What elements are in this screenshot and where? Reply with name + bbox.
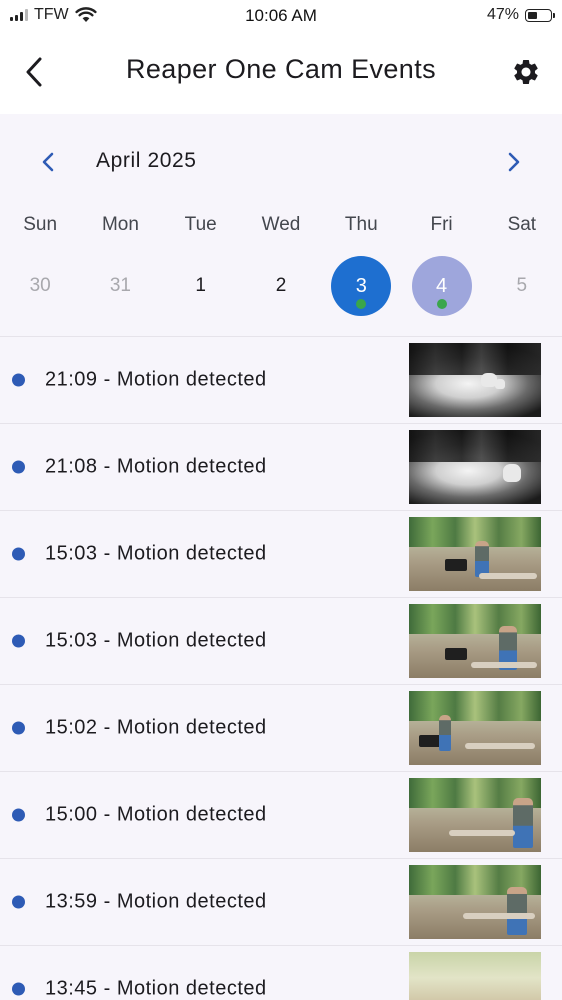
gear-icon <box>514 59 538 84</box>
battery-percent: 47% <box>486 6 519 23</box>
event-label: 21:08 - Motion detected <box>45 455 267 478</box>
event-thumbnail[interactable] <box>409 604 541 678</box>
day-number: 1 <box>195 275 206 296</box>
event-bullet <box>12 982 25 996</box>
event-list-item[interactable]: 15:03 - Motion detected <box>0 598 562 685</box>
status-bar: TFW 10:06 AM 47% <box>0 0 562 32</box>
month-navigation: April 2025 <box>0 142 562 182</box>
event-label: 21:09 - Motion detected <box>45 368 267 391</box>
battery-icon <box>525 8 555 22</box>
calendar-day[interactable]: 5 <box>482 256 562 316</box>
app-bar: Reaper One Cam Events <box>0 32 562 114</box>
status-time: 10:06 AM <box>245 6 317 25</box>
day-number: 31 <box>109 275 131 296</box>
weekday-label: Tue <box>184 214 217 235</box>
event-label: 15:00 - Motion detected <box>45 803 267 826</box>
calendar-day[interactable]: 31 <box>80 256 160 316</box>
calendar-day[interactable]: 30 <box>0 256 80 316</box>
chevron-left-icon <box>26 57 42 87</box>
event-bullet <box>12 460 25 474</box>
battery-level-fill <box>528 11 537 19</box>
chevron-left-icon <box>42 152 54 172</box>
previous-month-button[interactable] <box>34 146 62 178</box>
event-list-item[interactable]: 13:45 - Motion detected <box>0 946 562 1000</box>
status-right: 47% <box>486 6 555 24</box>
event-marker-dot <box>356 299 367 309</box>
event-bullet <box>12 721 25 735</box>
week-row: 30 31 1 2 3 4 5 <box>0 256 562 316</box>
day-number: 3 <box>355 274 367 297</box>
event-label: 15:03 - Motion detected <box>45 542 267 565</box>
event-label: 13:45 - Motion detected <box>45 977 267 1000</box>
back-button[interactable] <box>14 52 54 92</box>
event-thumbnail[interactable] <box>409 778 541 852</box>
calendar-day[interactable]: 2 <box>241 256 321 316</box>
event-label: 15:03 - Motion detected <box>45 629 267 652</box>
event-marker-dot <box>436 299 447 309</box>
calendar-day-today[interactable]: 4 <box>401 256 481 316</box>
event-thumbnail[interactable] <box>409 517 541 591</box>
event-bullet <box>12 373 25 387</box>
next-month-button[interactable] <box>500 146 528 178</box>
page-title: Reaper One Cam Events <box>125 54 437 84</box>
calendar-day-selected[interactable]: 3 <box>321 256 401 316</box>
event-thumbnail[interactable] <box>409 430 541 504</box>
event-bullet <box>12 895 25 909</box>
event-bullet <box>12 808 25 822</box>
day-number: 5 <box>516 275 528 296</box>
weekday-header: Sun Mon Tue Wed Thu Fri Sat <box>0 214 562 242</box>
event-list-item[interactable]: 21:09 - Motion detected <box>0 337 562 424</box>
weekday-label: Wed <box>261 214 301 235</box>
event-list-item[interactable]: 15:02 - Motion detected <box>0 685 562 772</box>
day-number: 4 <box>435 274 448 297</box>
chevron-right-icon <box>508 152 520 172</box>
weekday-label: Sun <box>23 214 58 235</box>
calendar: April 2025 Sun Mon Tue Wed Thu Fri Sat 3… <box>0 114 562 336</box>
event-list: 21:09 - Motion detected 21:08 - Motion d… <box>0 337 562 1000</box>
event-thumbnail[interactable] <box>409 343 541 417</box>
event-label: 13:59 - Motion detected <box>45 890 267 913</box>
month-label: April 2025 <box>96 149 197 172</box>
settings-button[interactable] <box>506 52 546 92</box>
day-number: 2 <box>275 275 287 296</box>
event-thumbnail[interactable] <box>409 865 541 939</box>
weekday-label: Mon <box>101 214 139 235</box>
event-list-item[interactable]: 21:08 - Motion detected <box>0 424 562 511</box>
event-bullet <box>12 547 25 561</box>
event-thumbnail[interactable] <box>409 952 541 1000</box>
event-label: 15:02 - Motion detected <box>45 716 267 739</box>
event-list-item[interactable]: 15:03 - Motion detected <box>0 511 562 598</box>
event-list-item[interactable]: 15:00 - Motion detected <box>0 772 562 859</box>
weekday-label: Fri <box>430 214 453 235</box>
calendar-day[interactable]: 1 <box>161 256 241 316</box>
weekday-label: Thu <box>344 214 378 235</box>
weekday-label: Sat <box>507 214 537 235</box>
event-list-item[interactable]: 13:59 - Motion detected <box>0 859 562 946</box>
day-number: 30 <box>29 275 51 296</box>
event-bullet <box>12 634 25 648</box>
event-thumbnail[interactable] <box>409 691 541 765</box>
